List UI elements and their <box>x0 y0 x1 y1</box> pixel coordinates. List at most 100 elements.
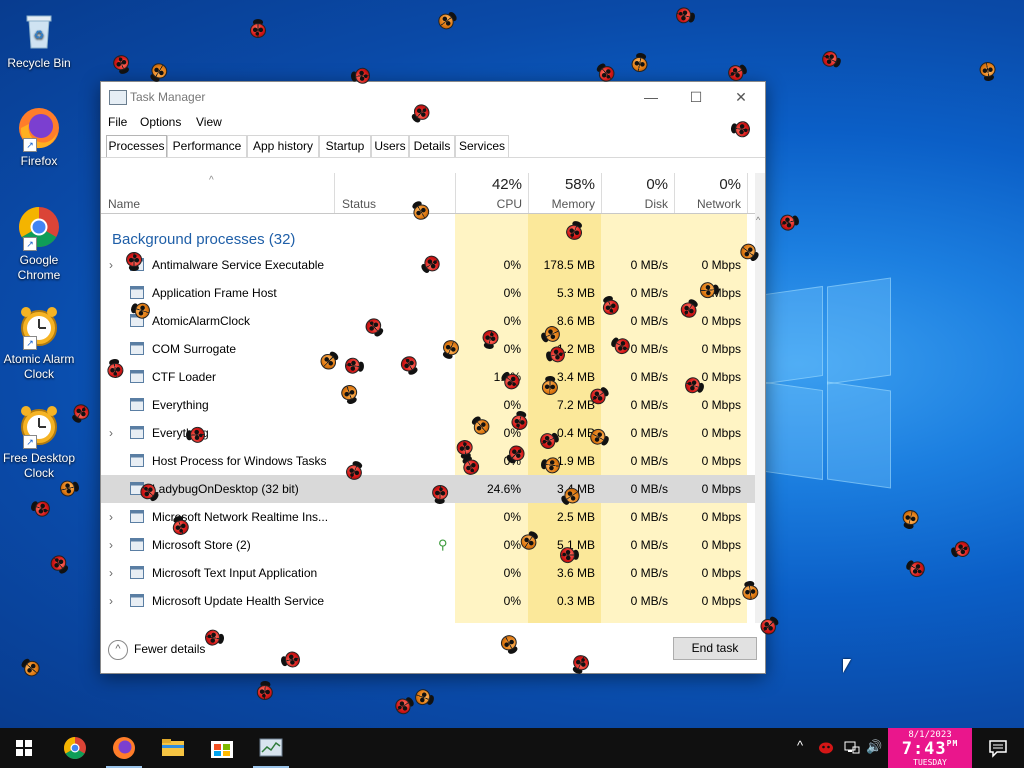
group-header[interactable]: Background processes (32) <box>112 231 295 248</box>
table-row[interactable]: COM Surrogate 0% 1.2 MB 0 MB/s 0 Mbps <box>101 335 755 363</box>
process-name: AtomicAlarmClock <box>152 314 251 328</box>
process-name: Everything <box>152 398 209 412</box>
desktop-icon-label: Free Desktop Clock <box>2 451 76 480</box>
scroll-up-icon[interactable]: ^ <box>756 215 760 225</box>
tab-app-history[interactable]: App history <box>247 135 319 157</box>
menu-options[interactable]: Options <box>140 115 181 129</box>
network-total: 0% <box>719 176 741 193</box>
pen-icon <box>130 370 144 383</box>
taskbar-chrome[interactable] <box>51 728 99 768</box>
table-row[interactable]: › Antimalware Service Executable 0% 178.5 M… <box>101 251 755 279</box>
table-row[interactable]: › Microsoft Network Realtime Ins... 0% 2.5 … <box>101 503 755 531</box>
expand-chevron-icon[interactable]: › <box>109 538 113 552</box>
expand-chevron-icon[interactable]: › <box>109 258 113 272</box>
taskbar-firefox[interactable] <box>100 728 148 768</box>
table-row[interactable]: › Microsoft Update Health Service 0% 0.3 MB… <box>101 587 755 615</box>
menu-view[interactable]: View <box>196 115 222 129</box>
vertical-scrollbar[interactable]: ^ <box>755 173 765 623</box>
svg-text:♻: ♻ <box>34 28 45 42</box>
taskbar-microsoft-store[interactable] <box>198 728 246 768</box>
table-row[interactable]: › Microsoft Store (2) ⚲ 0% 5.1 MB 0 MB/s 0 Mbp… <box>101 531 755 559</box>
column-header-power[interactable]: P <box>747 173 755 213</box>
status-divider <box>334 173 455 213</box>
cell-network: 0 Mbps <box>701 510 741 524</box>
tab-startup[interactable]: Startup <box>319 135 371 157</box>
desktop-icon-recycle-bin[interactable]: ♻ Recycle Bin <box>0 8 78 71</box>
clock-time: 7:43PM <box>901 739 959 759</box>
taskbar-task-manager[interactable] <box>247 728 295 768</box>
desktop-icon-firefox[interactable]: ↗ Firefox <box>0 106 78 169</box>
clock-day: TUESDAY <box>913 758 947 767</box>
volume-icon[interactable]: 🔊 <box>866 739 882 755</box>
process-name: Microsoft Text Input Application <box>152 566 318 580</box>
microsoft-store-icon <box>211 741 233 758</box>
table-row[interactable]: Everything 0% 7.2 MB 0 MB/s 0 Mbps <box>101 391 755 419</box>
window-title: Task Manager <box>130 90 206 104</box>
cell-memory: 8.6 MB <box>556 314 595 328</box>
desktop-icon-free-desktop-clock[interactable]: ↗ Free Desktop Clock <box>0 403 78 481</box>
expand-chevron-icon[interactable]: › <box>109 426 113 440</box>
column-header-disk[interactable]: 0% Disk <box>601 173 674 213</box>
alarm-clock-icon: ↗ <box>17 403 61 449</box>
tab-details[interactable]: Details <box>409 135 455 157</box>
menu-file[interactable]: File <box>108 115 127 129</box>
table-row[interactable]: CTF Loader 1.4% 3.4 MB 0 MB/s 0 Mbps <box>101 363 755 391</box>
cell-disk: 0 MB/s <box>630 510 668 524</box>
minimize-button[interactable]: — <box>628 82 674 112</box>
cell-network: 0 Mbps <box>701 538 741 552</box>
end-task-button[interactable]: End task <box>673 637 757 660</box>
desktop-clock-widget[interactable]: 8/1/2023 7:43PM TUESDAY <box>888 728 972 768</box>
table-row[interactable]: LadybugOnDesktop (32 bit) 24.6% 3.4 MB 0 MB… <box>101 475 755 503</box>
fewer-details-link[interactable]: Fewer details <box>134 642 205 656</box>
column-header-memory[interactable]: 58% Memory <box>528 173 601 213</box>
process-name: CTF Loader <box>152 370 217 384</box>
cell-memory: 5.1 MB <box>556 538 595 552</box>
table-row[interactable]: › Microsoft Text Input Application 0% 3.6 M… <box>101 559 755 587</box>
cell-disk: 0 MB/s <box>630 454 668 468</box>
cell-memory: 3.6 MB <box>556 566 595 580</box>
process-table: ^ Name Status 42% CPU 58% Memory 0% Disk… <box>101 173 755 623</box>
table-row[interactable]: Application Frame Host 0% 5.3 MB 0 MB/s 0 Mb… <box>101 279 755 307</box>
tab-services[interactable]: Services <box>455 135 509 157</box>
table-row[interactable]: › Everything 0% 0.4 MB 0 MB/s 0 Mbps <box>101 419 755 447</box>
close-button[interactable]: ✕ <box>718 82 764 112</box>
title-bar[interactable]: Task Manager — ☐ ✕ <box>101 82 765 112</box>
cell-cpu: 0% <box>503 286 521 300</box>
app-window-icon <box>130 454 144 467</box>
suspended-leaf-icon: ⚲ <box>438 537 448 552</box>
task-manager-icon <box>259 738 283 757</box>
tab-users[interactable]: Users <box>371 135 409 157</box>
cell-memory: 178.5 MB <box>543 258 595 272</box>
start-button[interactable] <box>0 728 48 768</box>
expand-chevron-icon[interactable]: › <box>109 566 113 580</box>
desktop-icon-label: Google Chrome <box>17 253 61 282</box>
column-header-cpu[interactable]: 42% CPU <box>455 173 528 213</box>
app-window-icon <box>130 594 144 607</box>
cell-cpu: 0% <box>503 454 521 468</box>
column-header-name[interactable]: Name <box>108 197 140 211</box>
desktop-icon-google-chrome[interactable]: ↗ Google Chrome <box>0 205 78 283</box>
taskbar-file-explorer[interactable] <box>149 728 197 768</box>
column-header-network[interactable]: 0% Network <box>674 173 747 213</box>
firefox-icon <box>113 737 135 759</box>
tab-performance[interactable]: Performance <box>167 135 247 157</box>
cell-network: 0 Mbps <box>701 482 741 496</box>
expand-chevron-icon[interactable]: › <box>109 510 113 524</box>
firefox-icon: ↗ <box>17 106 61 152</box>
desktop-icon-atomic-alarm-clock[interactable]: ↗ Atomic Alarm Clock <box>0 304 78 382</box>
table-row[interactable]: AtomicAlarmClock 0% 8.6 MB 0 MB/s 0 Mbps <box>101 307 755 335</box>
ladybug-tray-icon[interactable] <box>818 740 834 754</box>
app-window-icon <box>130 342 144 355</box>
tab-processes[interactable]: Processes <box>106 135 167 158</box>
process-name: LadybugOnDesktop (32 bit) <box>152 482 299 496</box>
chevron-up-icon[interactable]: ^ <box>108 640 128 660</box>
desktop-icon-label: Recycle Bin <box>7 56 71 70</box>
tray-overflow-chevron-icon[interactable]: ^ <box>797 738 803 753</box>
maximize-button[interactable]: ☐ <box>673 82 719 112</box>
network-icon[interactable] <box>844 741 860 755</box>
desktop-icon-label: Atomic Alarm Clock <box>3 352 75 381</box>
table-row[interactable]: Host Process for Windows Tasks 0% 1.9 MB 0 … <box>101 447 755 475</box>
expand-chevron-icon[interactable]: › <box>109 594 113 608</box>
tab-divider <box>101 157 765 158</box>
action-center-button[interactable] <box>972 728 1024 768</box>
